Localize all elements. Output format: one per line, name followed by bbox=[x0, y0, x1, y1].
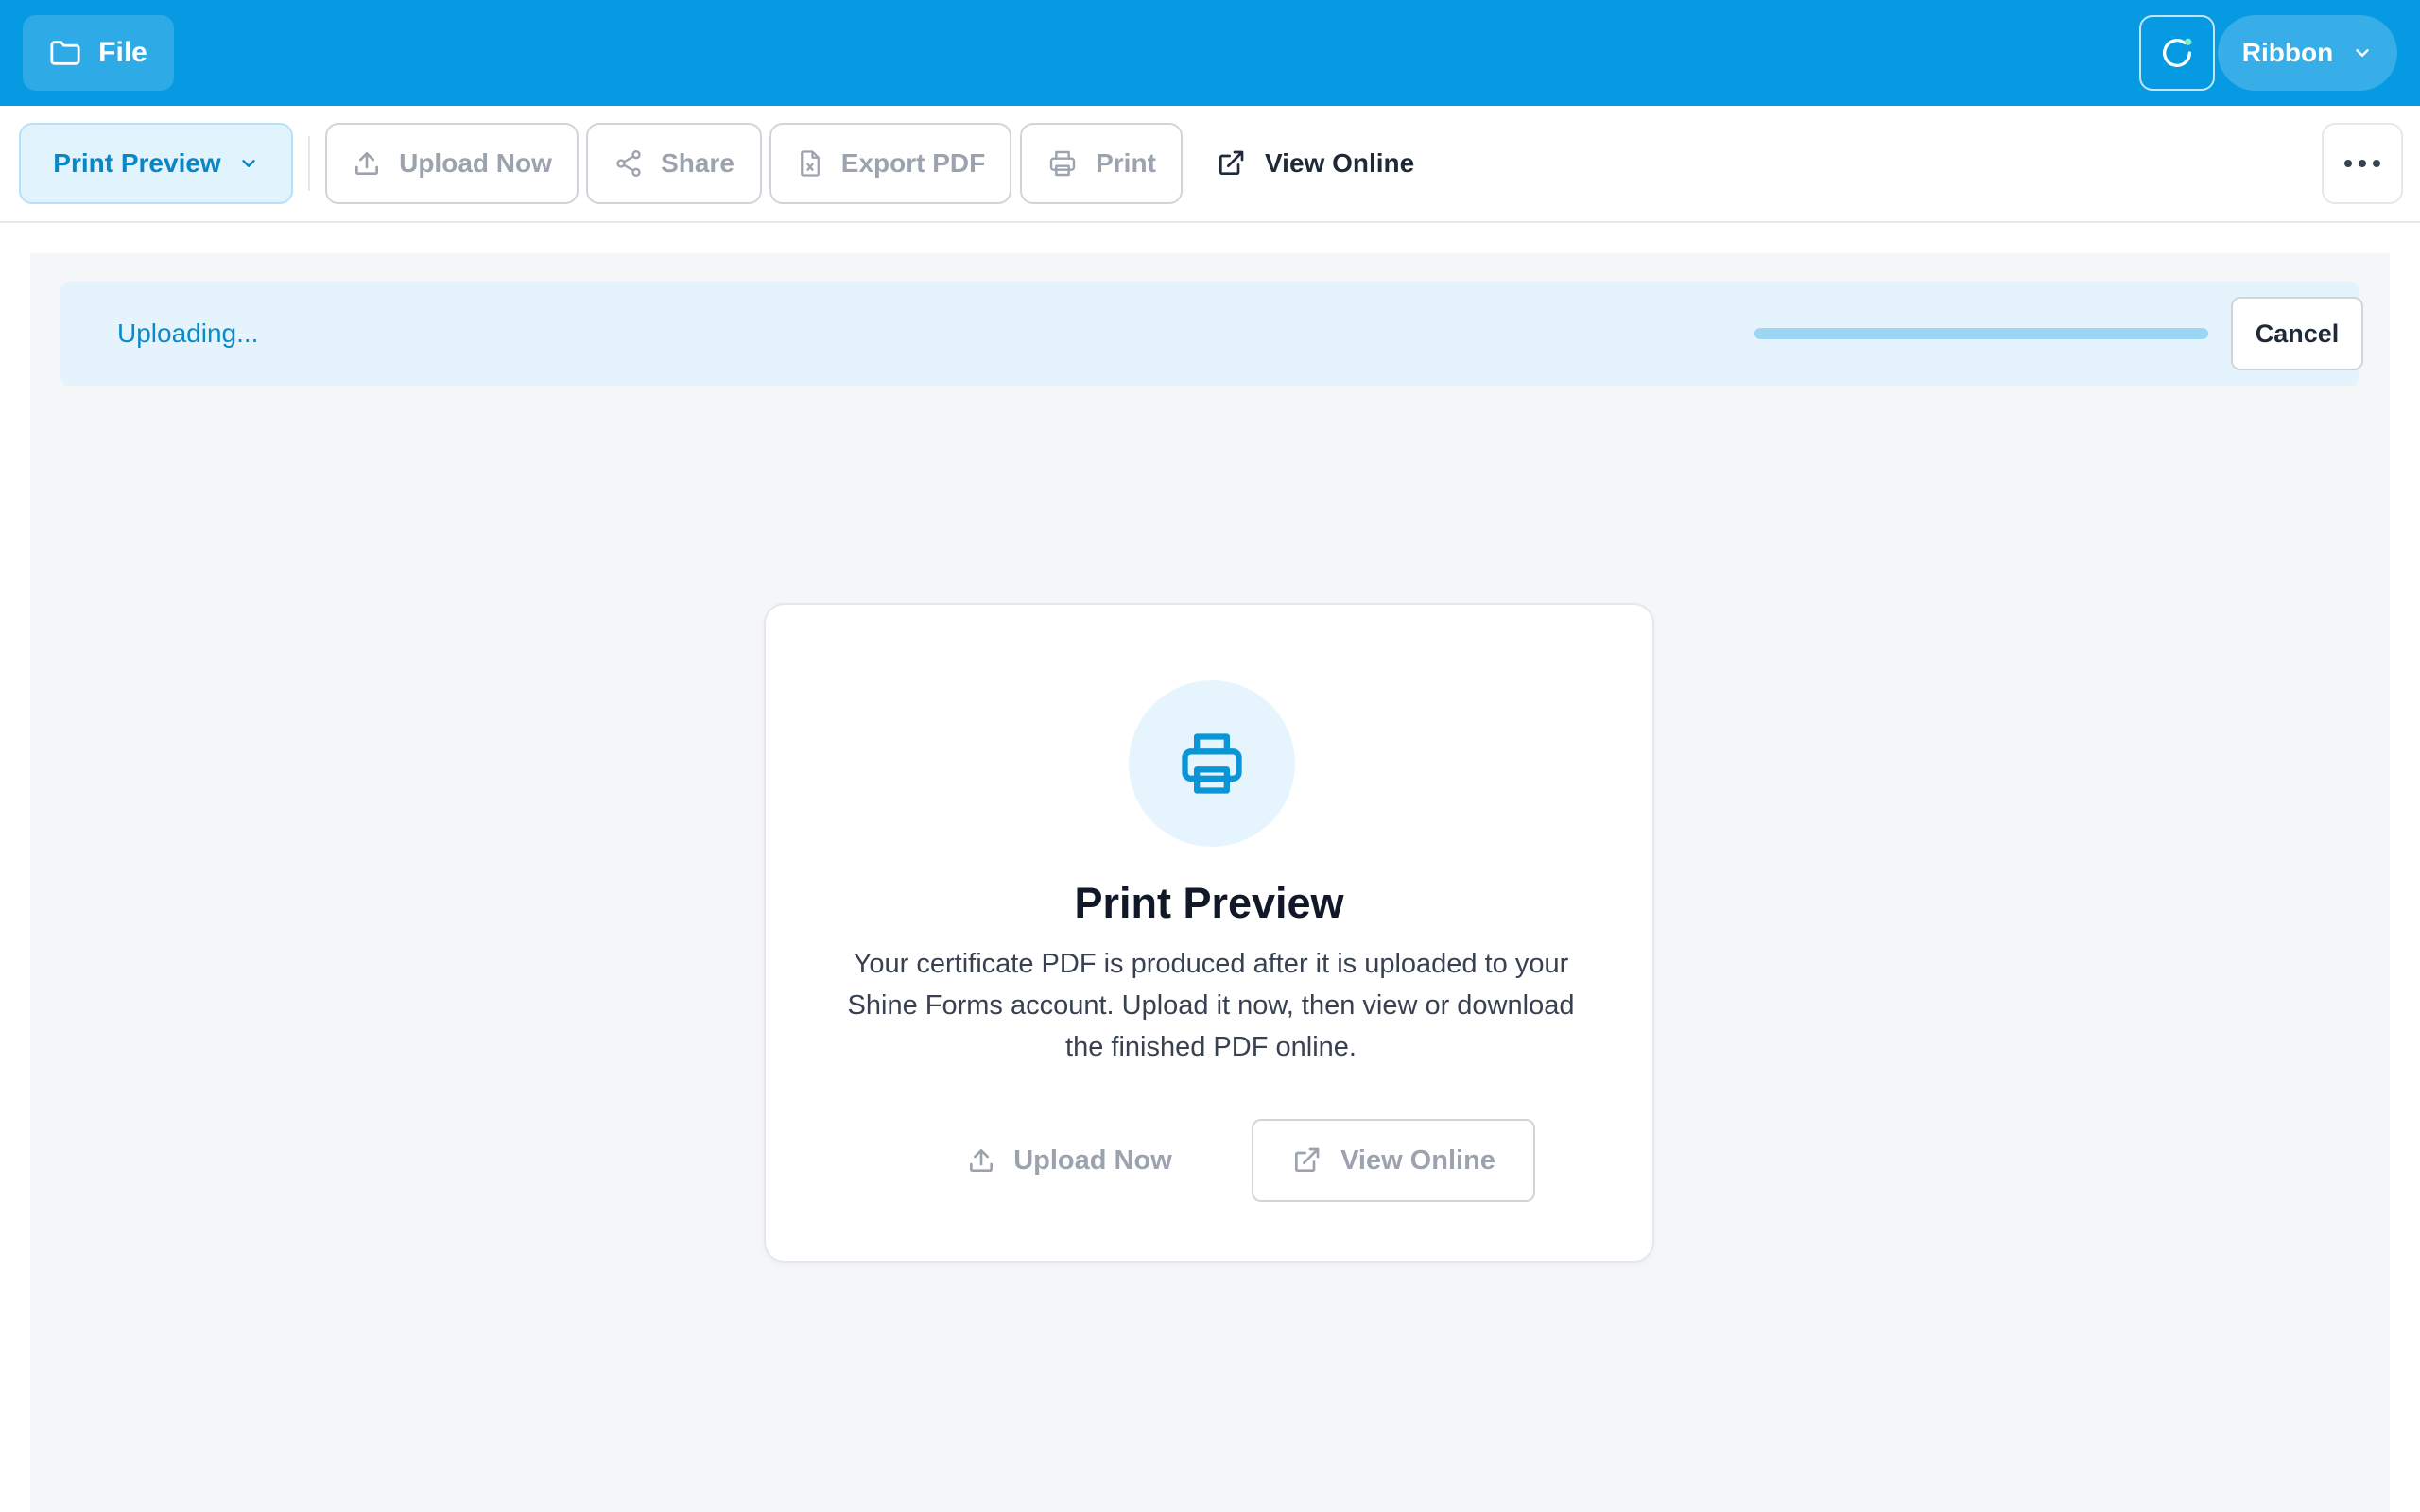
view-online-link[interactable]: View Online bbox=[1216, 123, 1414, 204]
folder-icon bbox=[49, 39, 81, 67]
ribbon-label: Ribbon bbox=[2241, 38, 2334, 67]
toolbar: Print Preview Upload Now Share Export PD… bbox=[0, 106, 2420, 223]
card-upload-now-button[interactable]: Upload Now bbox=[951, 1119, 1187, 1202]
file-menu-button[interactable]: File bbox=[23, 15, 174, 91]
printer-icon-badge bbox=[1129, 680, 1295, 847]
upload-icon bbox=[966, 1145, 996, 1176]
external-link-icon bbox=[1216, 148, 1246, 179]
print-preview-label: Print Preview bbox=[53, 148, 221, 178]
top-bar: File Ribbon bbox=[0, 0, 2420, 106]
upload-status-text: Uploading... bbox=[117, 318, 259, 348]
upload-icon bbox=[352, 148, 382, 179]
chevron-down-icon bbox=[2352, 43, 2373, 63]
share-icon bbox=[614, 148, 644, 179]
printer-icon bbox=[1174, 728, 1250, 799]
print-button[interactable]: Print bbox=[1020, 123, 1183, 204]
card-upload-now-label: Upload Now bbox=[1013, 1144, 1172, 1176]
upload-now-label: Upload Now bbox=[399, 148, 552, 178]
more-options-button[interactable] bbox=[2322, 123, 2403, 204]
card-view-online-label: View Online bbox=[1340, 1144, 1495, 1176]
printer-icon bbox=[1046, 148, 1079, 179]
upload-progress-bar bbox=[1754, 328, 2208, 339]
upload-progress-fill bbox=[1754, 328, 2208, 339]
card-title: Print Preview bbox=[1074, 879, 1344, 927]
ribbon-dropdown[interactable]: Ribbon bbox=[2218, 15, 2397, 91]
export-pdf-label: Export PDF bbox=[840, 148, 986, 178]
toolbar-divider bbox=[308, 136, 310, 191]
view-online-label: View Online bbox=[1265, 148, 1415, 178]
more-dot bbox=[2344, 160, 2352, 167]
preview-area: Uploading... Cancel Print Preview Your c… bbox=[30, 253, 2390, 1512]
more-dot bbox=[2359, 160, 2366, 167]
external-link-icon bbox=[1291, 1145, 1322, 1176]
print-preview-card: Print Preview Your certificate PDF is pr… bbox=[764, 603, 1654, 1263]
chevron-down-icon bbox=[238, 153, 259, 174]
cancel-upload-button[interactable]: Cancel bbox=[2231, 297, 2363, 370]
print-label: Print bbox=[1096, 148, 1156, 178]
share-label: Share bbox=[661, 148, 735, 178]
export-pdf-button[interactable]: Export PDF bbox=[769, 123, 1011, 204]
refresh-icon bbox=[2158, 34, 2196, 72]
upload-now-button[interactable]: Upload Now bbox=[325, 123, 579, 204]
more-dot bbox=[2373, 160, 2380, 167]
upload-status-banner: Uploading... Cancel bbox=[60, 282, 2363, 386]
card-view-online-button[interactable]: View Online bbox=[1252, 1119, 1535, 1202]
file-menu-label: File bbox=[98, 37, 147, 68]
sync-button[interactable] bbox=[2139, 15, 2215, 91]
card-description: Your certificate PDF is produced after i… bbox=[847, 949, 1575, 1062]
print-preview-dropdown[interactable]: Print Preview bbox=[19, 123, 293, 204]
file-pdf-icon bbox=[796, 148, 824, 179]
share-button[interactable]: Share bbox=[586, 123, 762, 204]
